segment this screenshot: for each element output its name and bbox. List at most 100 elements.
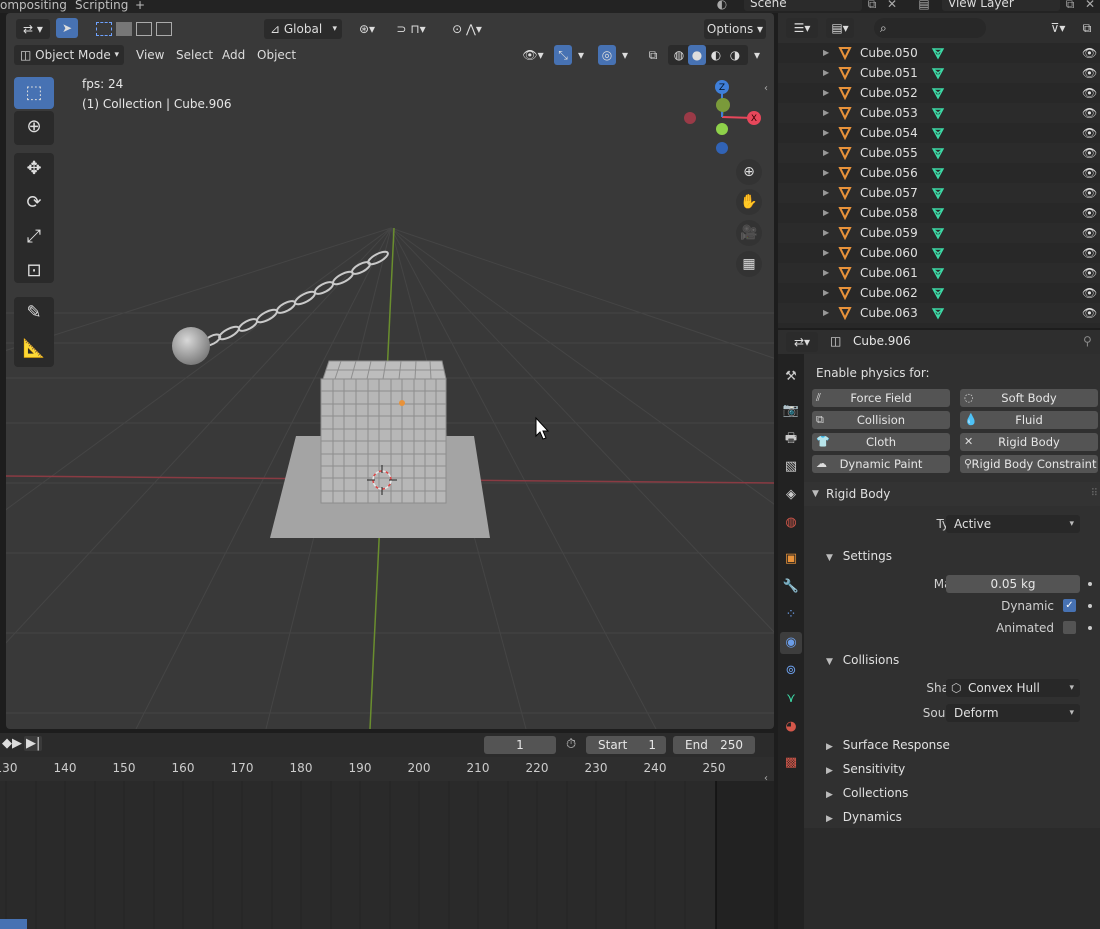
outliner-item[interactable]: ▶ Cube.052 👁 <box>778 83 1100 103</box>
outliner-item[interactable]: ▶ Cube.050 👁 <box>778 43 1100 63</box>
options-dropdown[interactable]: Options ▾ <box>704 19 766 39</box>
keyframe-dot-icon[interactable] <box>1088 582 1092 586</box>
timeline-ruler[interactable]: 130 140 150 160 170 180 190 200 210 220 … <box>0 757 774 784</box>
eye-icon[interactable]: 👁 <box>1082 263 1097 283</box>
collision-button[interactable]: ⧉ Collision <box>812 411 950 429</box>
expand-arrow-icon[interactable]: ▶ <box>823 83 829 103</box>
eye-icon[interactable]: 👁 <box>1082 243 1097 263</box>
mesh-data-icon[interactable] <box>931 206 945 220</box>
mesh-data-icon[interactable] <box>931 306 945 320</box>
expand-arrow-icon[interactable]: ▶ <box>823 203 829 223</box>
expand-arrow-icon[interactable]: ▶ <box>823 263 829 283</box>
outliner-item[interactable]: ▶ Cube.059 👁 <box>778 223 1100 243</box>
eye-icon[interactable]: 👁 <box>1082 83 1097 103</box>
outliner-item-name[interactable]: Cube.056 <box>860 163 918 183</box>
force-field-button[interactable]: ⫽ Force Field <box>812 389 950 407</box>
workspace-tab-scripting[interactable]: Scripting <box>75 0 128 12</box>
rigid-body-constraint-button[interactable]: ⚲ Rigid Body Constraint <box>960 455 1098 473</box>
transform-tool-icon[interactable]: ⊡ <box>14 255 54 287</box>
constraints-tab-icon[interactable]: ⊚ <box>780 660 802 682</box>
perspective-grid-icon[interactable]: ▦ <box>736 251 762 277</box>
mesh-data-icon[interactable] <box>931 266 945 280</box>
editor-type-icon[interactable]: ⇄ ▾ <box>16 19 50 39</box>
render-tab-icon[interactable]: 📷 <box>780 400 802 422</box>
annotate-tool-icon[interactable]: ✎ <box>14 297 54 329</box>
outliner-item[interactable]: ▶ Cube.054 👁 <box>778 123 1100 143</box>
material-shading-icon[interactable]: ◐ <box>707 45 725 65</box>
rendered-shading-icon[interactable]: ◑ <box>726 45 744 65</box>
mesh-data-icon[interactable] <box>931 146 945 160</box>
outliner-item-name[interactable]: Cube.062 <box>860 283 918 303</box>
soft-body-button[interactable]: ◌ Soft Body <box>960 389 1098 407</box>
select-box-tool-icon[interactable]: ⬚ <box>14 77 54 109</box>
navigation-gizmo[interactable]: X Z <box>682 77 772 167</box>
menu-object[interactable]: Object <box>257 45 296 65</box>
outliner[interactable]: ☰▾ ▤▾ ⌕ ⊽▾ ⧉ ▶ Cube.050 👁 ▶ Cube.051 👁 ▶ Cube.0… <box>778 13 1100 328</box>
filter-icon[interactable]: ⊽▾ <box>1042 18 1074 38</box>
menu-view[interactable]: View <box>136 45 164 65</box>
sidebar-toggle-icon[interactable]: ‹ <box>764 83 768 94</box>
outliner-item-name[interactable]: Cube.050 <box>860 43 918 63</box>
outliner-search-input[interactable]: ⌕ <box>874 18 986 38</box>
overlays-dropdown-icon[interactable]: ▾ <box>618 45 632 65</box>
solid-shading-icon[interactable]: ● <box>688 45 706 65</box>
start-frame-field[interactable]: Start 1 <box>586 736 666 754</box>
outliner-item[interactable]: ▶ Cube.051 👁 <box>778 63 1100 83</box>
wireframe-shading-icon[interactable]: ◍ <box>670 45 688 65</box>
timeline-body[interactable] <box>0 781 774 929</box>
workspace-tab-compositing[interactable]: ompositing <box>0 0 67 12</box>
new-view-layer-icon[interactable]: ⧉ <box>1062 0 1078 11</box>
outliner-item[interactable]: ▶ Cube.061 👁 <box>778 263 1100 283</box>
mesh-data-icon[interactable] <box>931 126 945 140</box>
keyframe-dot-icon[interactable] <box>1088 604 1092 608</box>
view-layer-tab-icon[interactable]: ▧ <box>780 456 802 478</box>
eye-icon[interactable]: 👁 <box>1082 163 1097 183</box>
xray-toggle-icon[interactable]: ⧉ <box>644 45 662 65</box>
object-tab-icon[interactable]: ▣ <box>780 548 802 570</box>
sensitivity-section-header[interactable]: ▶ Sensitivity <box>826 758 1086 780</box>
visibility-icon[interactable]: 👁▾ <box>518 45 548 65</box>
move-tool-icon[interactable]: ✥ <box>14 153 54 185</box>
outliner-item-name[interactable]: Cube.053 <box>860 103 918 123</box>
eye-icon[interactable]: 👁 <box>1082 203 1097 223</box>
delete-view-layer-icon[interactable]: ✕ <box>1082 0 1098 11</box>
eye-icon[interactable]: 👁 <box>1082 103 1097 123</box>
outliner-item-name[interactable]: Cube.052 <box>860 83 918 103</box>
cursor-tool-icon[interactable]: ⊕ <box>14 111 54 143</box>
eye-icon[interactable]: 👁 <box>1082 63 1097 83</box>
dynamic-paint-button[interactable]: ☁ Dynamic Paint <box>812 455 950 473</box>
camera-view-icon[interactable]: 🎥 <box>736 220 762 246</box>
scene-icon[interactable]: ◐ <box>714 0 730 11</box>
shape-dropdown[interactable]: ⬡ Convex Hull ▾ <box>946 679 1080 697</box>
drag-handle-icon[interactable]: ⠿ <box>1091 482 1098 506</box>
3d-viewport[interactable]: ⇄ ▾ ➤ ⊿ Global ▾ ⊛▾ ⊃ ⊓▾ ⊙ ⋀▾ Options ▾ ◫… <box>6 13 774 729</box>
mesh-data-icon[interactable] <box>931 166 945 180</box>
expand-arrow-icon[interactable]: ▶ <box>823 123 829 143</box>
playhead-indicator[interactable] <box>0 919 27 929</box>
output-tab-icon[interactable]: 🖶 <box>780 428 802 450</box>
expand-arrow-icon[interactable]: ▶ <box>823 143 829 163</box>
gizmo-dropdown-icon[interactable]: ▾ <box>574 45 588 65</box>
object-data-tab-icon[interactable]: ⋎ <box>780 688 802 710</box>
outliner-item-name[interactable]: Cube.057 <box>860 183 918 203</box>
world-tab-icon[interactable]: ◍ <box>780 512 802 534</box>
shading-dropdown-icon[interactable]: ▾ <box>750 45 764 65</box>
expand-arrow-icon[interactable]: ▶ <box>823 43 829 63</box>
view-layer-selector[interactable]: View Layer <box>942 0 1060 11</box>
rotate-tool-icon[interactable]: ⟳ <box>14 187 54 219</box>
collections-section-header[interactable]: ▶ Collections <box>826 782 1086 804</box>
material-tab-icon[interactable]: ◕ <box>780 716 802 738</box>
outliner-item[interactable]: ▶ Cube.062 👁 <box>778 283 1100 303</box>
mesh-data-icon[interactable] <box>931 66 945 80</box>
eye-icon[interactable]: 👁 <box>1082 223 1097 243</box>
outliner-item[interactable]: ▶ Cube.060 👁 <box>778 243 1100 263</box>
expand-arrow-icon[interactable]: ▶ <box>823 283 829 303</box>
scene-selector[interactable]: Scene <box>744 0 862 11</box>
overlays-toggle-icon[interactable]: ◎ <box>598 45 616 65</box>
outliner-item-name[interactable]: Cube.061 <box>860 263 918 283</box>
eye-icon[interactable]: 👁 <box>1082 123 1097 143</box>
proportional-editing-icon[interactable]: ⊙ ⋀▾ <box>442 19 492 39</box>
current-frame-field[interactable]: 1 <box>484 736 556 754</box>
mesh-data-icon[interactable] <box>931 86 945 100</box>
expand-arrow-icon[interactable]: ▶ <box>823 183 829 203</box>
